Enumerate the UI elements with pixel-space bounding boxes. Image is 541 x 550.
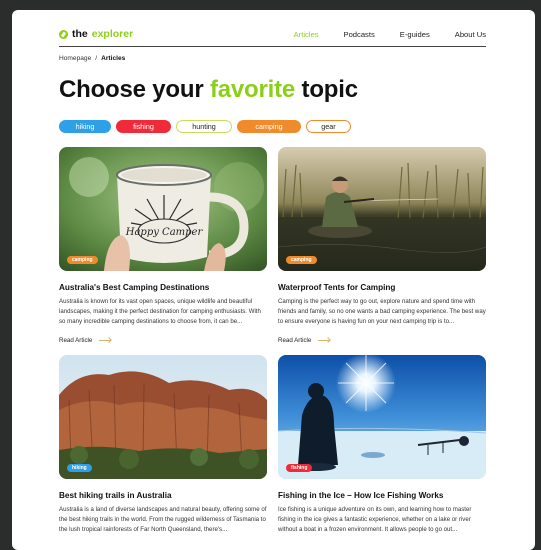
read-article-link[interactable]: Read Article — [278, 337, 486, 344]
title-part1: Choose your — [59, 76, 210, 103]
card-description: Australia is a land of diverse landscape… — [59, 506, 267, 534]
tag-gear[interactable]: gear — [306, 120, 351, 133]
card-description: Australia is known for its vast open spa… — [59, 298, 261, 326]
breadcrumb-separator: / — [95, 55, 98, 62]
nav-podcasts[interactable]: Podcasts — [344, 30, 375, 39]
card-title[interactable]: Fishing in the Ice – How Ice Fishing Wor… — [278, 491, 486, 500]
tag-hunting[interactable]: hunting — [176, 120, 232, 133]
card-badge: camping — [67, 256, 98, 264]
article-card[interactable]: Happy Camper camping Australia's Best Ca… — [59, 147, 267, 344]
card-badge: fishing — [286, 464, 313, 472]
arrow-right-icon — [99, 340, 112, 341]
tag-hiking[interactable]: hiking — [59, 120, 111, 133]
logo-name: explorer — [91, 28, 134, 40]
read-article-link[interactable]: Read Article — [59, 337, 267, 344]
mug-photo[interactable]: Happy Camper camping — [59, 147, 267, 271]
article-card[interactable]: fishing Fishing in the Ice – How Ice Fis… — [278, 355, 486, 536]
read-article-label: Read Article — [278, 337, 312, 344]
arrow-right-icon — [318, 340, 331, 341]
card-title[interactable]: Waterproof Tents for Camping — [278, 283, 486, 292]
article-card[interactable]: hiking Best hiking trails in Australia A… — [59, 355, 267, 536]
nav-about-us[interactable]: About Us — [455, 30, 486, 39]
card-badge: camping — [286, 256, 317, 264]
article-card[interactable]: camping Waterproof Tents for Camping Cam… — [278, 147, 486, 344]
breadcrumb-home[interactable]: Homepage — [59, 55, 91, 62]
tag-fishing[interactable]: fishing — [116, 120, 171, 133]
card-description: Ice fishing is a unique adventure on its… — [278, 506, 472, 534]
logo[interactable]: the explorer — [59, 28, 133, 40]
nav-articles[interactable]: Articles — [294, 30, 319, 39]
breadcrumb: Homepage / Articles — [59, 55, 125, 62]
ice-fishing-photo[interactable]: fishing — [278, 355, 486, 479]
title-accent: favorite — [209, 76, 296, 103]
header: the explorer Articles Podcasts E-guides … — [59, 22, 486, 46]
fisherman-photo[interactable]: camping — [278, 147, 486, 271]
card-title[interactable]: Best hiking trails in Australia — [59, 491, 267, 500]
topic-tags: hiking fishing hunting camping gear — [59, 120, 351, 133]
leaf-icon — [59, 29, 68, 39]
main-nav: Articles Podcasts E-guides About Us — [294, 30, 486, 39]
svg-text:Happy Camper: Happy Camper — [125, 227, 204, 238]
page: the explorer Articles Podcasts E-guides … — [12, 10, 535, 550]
logo-prefix: the — [72, 28, 88, 40]
breadcrumb-current: Articles — [101, 55, 126, 62]
page-title: Choose your favorite topic — [59, 76, 358, 104]
card-description: Camping is the perfect way to go out, ex… — [278, 298, 486, 326]
card-badge: hiking — [67, 464, 92, 472]
canyon-photo[interactable]: hiking — [59, 355, 267, 479]
title-part2: topic — [295, 76, 359, 103]
tag-camping[interactable]: camping — [237, 120, 301, 133]
card-title[interactable]: Australia's Best Camping Destinations — [59, 283, 267, 292]
nav-e-guides[interactable]: E-guides — [400, 30, 430, 39]
header-divider — [59, 46, 486, 47]
read-article-label: Read Article — [59, 337, 93, 344]
